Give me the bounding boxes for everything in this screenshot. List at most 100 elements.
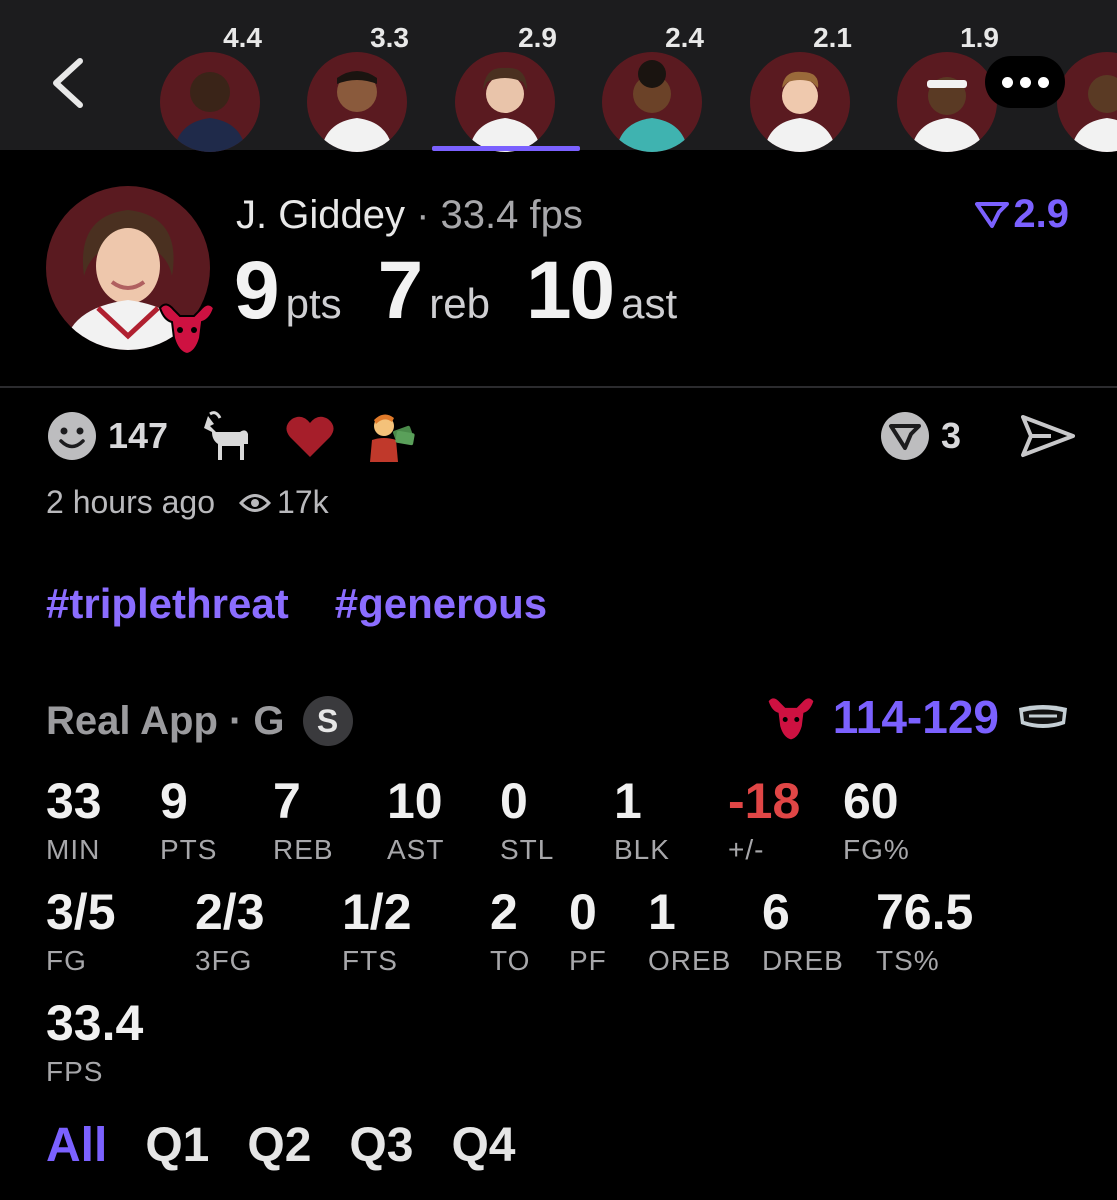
stat-label: FPS xyxy=(46,1056,104,1087)
player-avatar xyxy=(750,52,850,152)
stat-oreb: 1 OREB xyxy=(648,887,731,977)
game-source-line: Real App · G S xyxy=(46,696,353,746)
quarter-tabs: All Q1 Q2 Q3 Q4 xyxy=(46,1118,515,1173)
selected-player-indicator xyxy=(432,146,580,151)
divider xyxy=(0,386,1117,388)
player-avatar xyxy=(897,52,997,152)
player-strip: 4.4 3.3 2.9 2.4 2.1 1.9 xyxy=(0,0,1117,152)
rebounds-value: 7 xyxy=(377,245,424,336)
eye-icon xyxy=(239,493,272,512)
game-score-value: 114-129 xyxy=(832,691,999,743)
stat-value: 0 xyxy=(569,884,597,940)
player-avatar xyxy=(1057,52,1117,152)
stat-label: REB xyxy=(273,834,334,865)
strip-player-6[interactable]: 1.9 xyxy=(895,22,999,152)
stat-value: 10 xyxy=(387,773,443,829)
smile-icon[interactable] xyxy=(46,410,98,462)
stat-label: +/- xyxy=(728,834,765,865)
strip-score: 4.4 xyxy=(223,22,262,53)
player-avatar xyxy=(307,52,407,152)
player-name-line: J. Giddey · 33.4 fps xyxy=(236,193,583,238)
strip-player-4[interactable]: 2.4 xyxy=(600,22,704,152)
dot-icon xyxy=(1037,76,1049,88)
stat-label: FTS xyxy=(342,945,398,976)
stat-label: 3FG xyxy=(195,945,253,976)
stat-plus-minus: -18 +/- xyxy=(728,776,800,866)
view-count-value: 17k xyxy=(277,484,329,520)
strip-player-1[interactable]: 4.4 xyxy=(158,22,262,152)
stat-to: 2 TO xyxy=(490,887,530,977)
rebounds-unit: reb xyxy=(429,280,490,327)
stat-stl: 0 STL xyxy=(500,776,554,866)
hashtag[interactable]: #triplethreat xyxy=(46,580,289,628)
stat-label: FG xyxy=(46,945,87,976)
stat-fg: 3/5 FG xyxy=(46,887,116,977)
stat-label: MIN xyxy=(46,834,101,865)
stat-label: TO xyxy=(490,945,531,976)
stat-label: TS% xyxy=(876,945,940,976)
stat-label: STL xyxy=(500,834,555,865)
game-source-label: Real App · G xyxy=(46,698,285,743)
tab-q3[interactable]: Q3 xyxy=(349,1118,413,1173)
stat-3fg: 2/3 3FG xyxy=(195,887,265,977)
tab-q4[interactable]: Q4 xyxy=(451,1118,515,1173)
player-name[interactable]: J. Giddey xyxy=(236,193,405,237)
stat-blk: 1 BLK xyxy=(614,776,670,866)
share-count: 3 xyxy=(940,415,961,456)
hashtag[interactable]: #generous xyxy=(335,580,547,628)
strip-player-3[interactable]: 2.9 xyxy=(453,22,557,152)
bulls-logo-icon xyxy=(768,698,814,740)
share-actions: 3 xyxy=(879,410,1075,462)
stat-label: PTS xyxy=(160,834,218,865)
spurs-logo-icon xyxy=(1019,705,1067,728)
player-fps: · 33.4 fps xyxy=(404,193,583,237)
stat-label: OREB xyxy=(648,945,732,976)
tab-q2[interactable]: Q2 xyxy=(247,1118,311,1173)
money-fan-icon[interactable] xyxy=(364,410,416,462)
stat-label: DREB xyxy=(762,945,844,976)
player-avatar xyxy=(602,52,702,152)
tab-q1[interactable]: Q1 xyxy=(145,1118,209,1173)
real-logo-icon[interactable] xyxy=(879,410,931,462)
stat-value: 33 xyxy=(46,773,102,829)
starter-badge: S xyxy=(302,696,353,746)
stat-value: 9 xyxy=(160,773,188,829)
chevron-left-icon xyxy=(53,58,83,108)
game-score[interactable]: 114-129 xyxy=(765,690,1071,744)
strip-score: 2.1 xyxy=(813,22,852,53)
goat-icon[interactable] xyxy=(202,410,256,462)
stat-label: BLK xyxy=(614,834,670,865)
rank-score[interactable]: 2.9 xyxy=(975,192,1069,237)
strip-score: 2.9 xyxy=(518,22,557,53)
stat-label: PF xyxy=(569,945,607,976)
stat-value: 2 xyxy=(490,884,518,940)
strip-score: 2.4 xyxy=(665,22,704,53)
strip-player-2[interactable]: 3.3 xyxy=(305,22,409,152)
strip-player-5[interactable]: 2.1 xyxy=(748,22,852,152)
stat-dreb: 6 DREB xyxy=(762,887,844,977)
stat-value: 33.4 xyxy=(46,995,144,1051)
stat-ast: 10 AST xyxy=(387,776,444,866)
stat-label: FG% xyxy=(843,834,910,865)
stat-value: 1/2 xyxy=(342,884,412,940)
strip-score: 3.3 xyxy=(370,22,409,53)
post-meta: 2 hours ago 17k xyxy=(46,484,329,521)
rank-value: 2.9 xyxy=(1013,192,1069,236)
stat-value: 76.5 xyxy=(876,884,974,940)
more-options-button[interactable] xyxy=(985,56,1065,108)
stat-value: 1 xyxy=(614,773,642,829)
assists-value: 10 xyxy=(525,245,615,336)
tab-all[interactable]: All xyxy=(46,1118,107,1173)
stat-reb: 7 REB xyxy=(273,776,334,866)
stat-value: 7 xyxy=(273,773,301,829)
player-avatar xyxy=(455,52,555,152)
assists-unit: ast xyxy=(621,280,678,327)
heart-icon[interactable] xyxy=(284,413,336,459)
send-icon[interactable] xyxy=(1021,413,1075,459)
stat-pts: 9 PTS xyxy=(160,776,217,866)
dot-icon xyxy=(1019,76,1031,88)
back-button[interactable] xyxy=(38,48,98,118)
stat-value: 2/3 xyxy=(195,884,265,940)
dot-icon xyxy=(1001,76,1013,88)
headline-stats: 9 pts 7 reb 10 ast xyxy=(234,244,713,338)
